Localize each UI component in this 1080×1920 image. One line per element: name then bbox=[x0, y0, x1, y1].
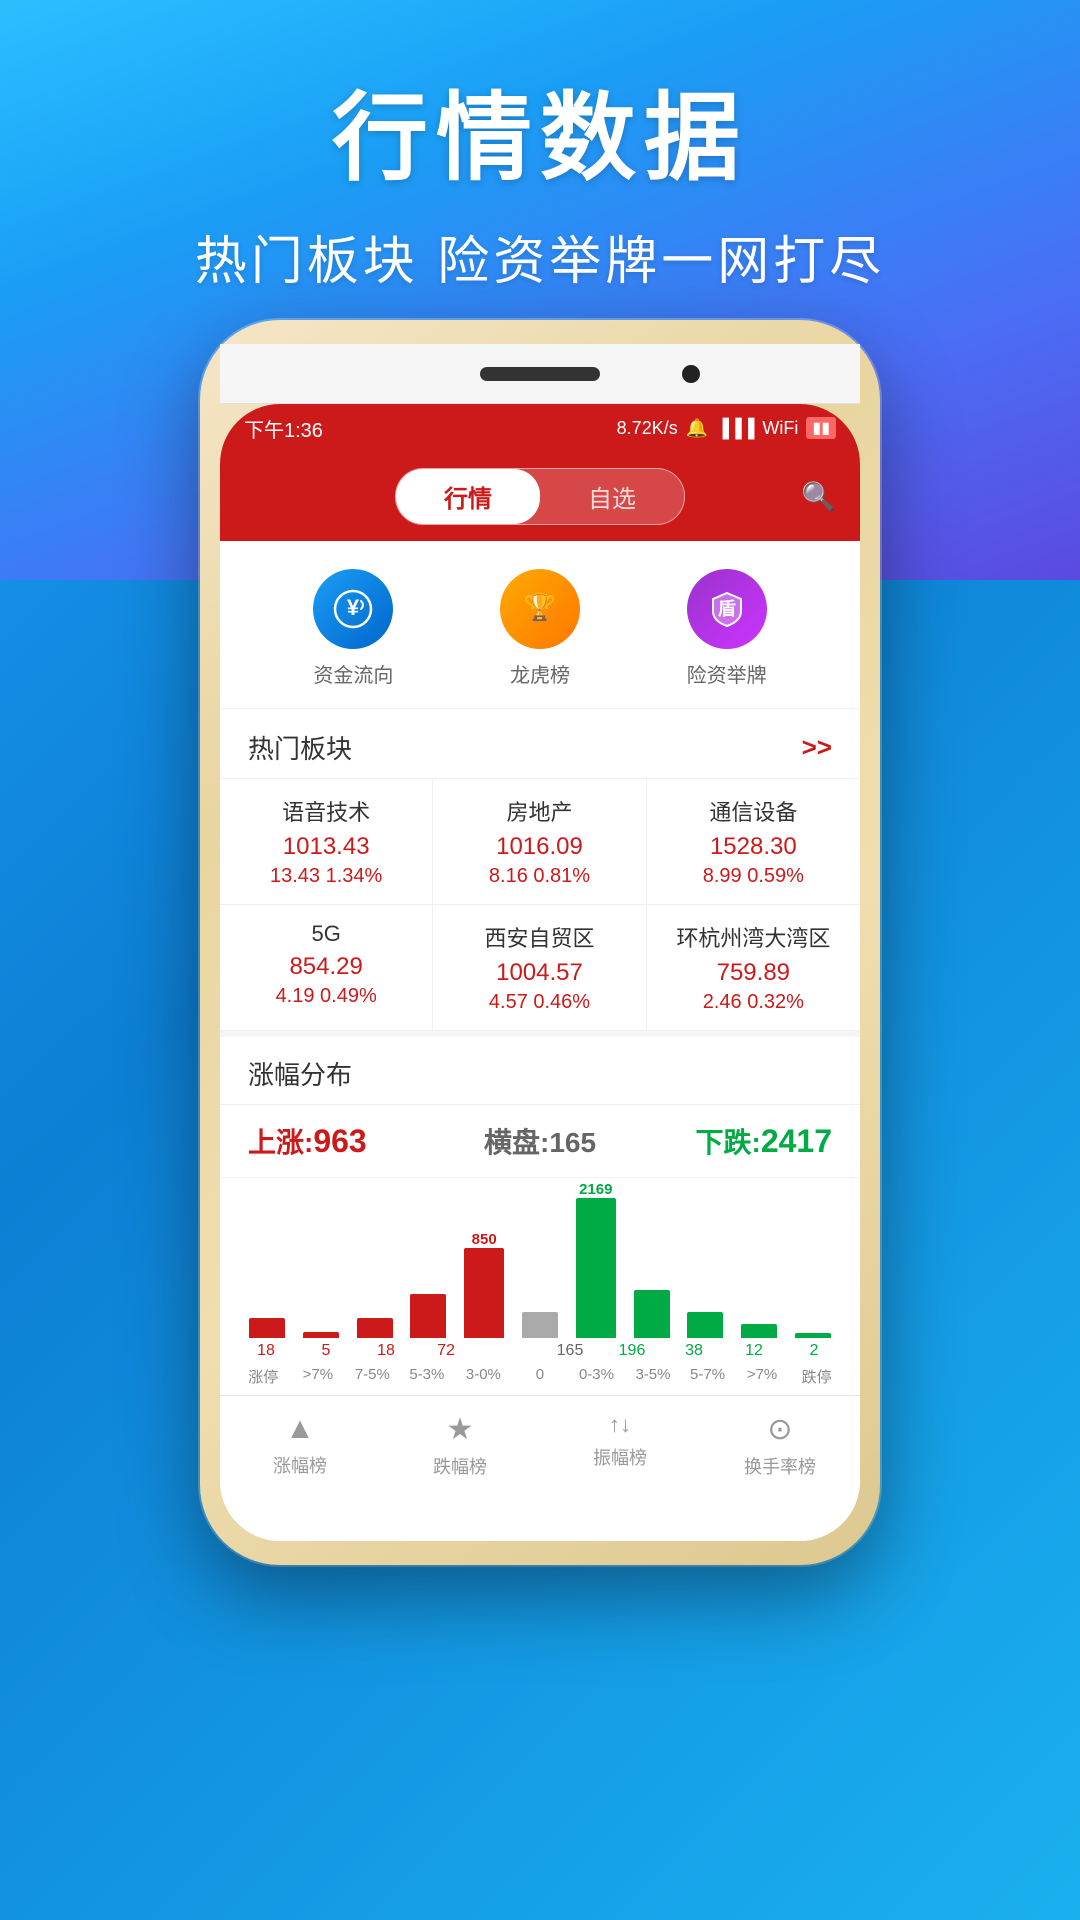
bottom-tab-turnover[interactable]: ⊙ 换手率榜 bbox=[700, 1412, 860, 1479]
sector-name-4: 5G bbox=[240, 921, 412, 947]
bar-7-5 bbox=[357, 1178, 393, 1338]
phone-outer-frame: 下午1:36 8.72K/s 🔔 ▐▐▐ WiFi ▮▮ 行情 自选 🔍 bbox=[200, 320, 880, 1565]
hero-title: 行情数据 bbox=[0, 60, 1080, 199]
app-header: 行情 自选 🔍 bbox=[220, 452, 860, 541]
bottom-tab-amplitude[interactable]: ↑↓ 振幅榜 bbox=[540, 1412, 700, 1479]
search-button[interactable]: 🔍 bbox=[801, 480, 836, 513]
chart-label-row: 涨停 >7% 7-5% 5-3% 3-0% 0 0-3% 3-5% 5-7% >… bbox=[236, 1364, 844, 1395]
sectors-grid: 语音技术 1013.43 13.43 1.34% 房地产 1016.09 8.1… bbox=[220, 778, 860, 1031]
quick-item-leaderboard[interactable]: 🏆 龙虎榜 bbox=[500, 569, 580, 688]
sector-cell-5[interactable]: 西安自贸区 1004.57 4.57 0.46% bbox=[433, 905, 646, 1031]
quick-item-money-flow[interactable]: ¥ 资金流向 bbox=[313, 569, 393, 688]
hot-sectors-more[interactable]: >> bbox=[802, 732, 832, 763]
amplitude-icon: ↑↓ bbox=[609, 1412, 631, 1438]
sector-change-3: 8.99 0.59% bbox=[667, 865, 840, 888]
bar-0-3-green: 2169 bbox=[576, 1178, 616, 1338]
bar-flat bbox=[522, 1178, 558, 1338]
bar-dieting bbox=[795, 1178, 831, 1338]
hot-sectors-title: 热门板块 bbox=[248, 729, 352, 766]
chart-count-row: 18 5 18 72 165 196 38 12 2 bbox=[236, 1338, 844, 1364]
distribution-chart: 850 2169 bbox=[220, 1178, 860, 1395]
sector-cell-4[interactable]: 5G 854.29 4.19 0.49% bbox=[220, 905, 433, 1031]
leaderboard-icon: 🏆 bbox=[500, 569, 580, 649]
hero-subtitle: 热门板块 险资举牌一网打尽 bbox=[0, 219, 1080, 294]
hero-section: 行情数据 热门板块 险资举牌一网打尽 bbox=[0, 60, 1080, 294]
sector-price-3: 1528.30 bbox=[667, 833, 840, 861]
stat-up: 上涨:963 bbox=[248, 1121, 443, 1161]
insurance-label: 险资举牌 bbox=[687, 659, 767, 688]
sector-price-2: 1016.09 bbox=[453, 833, 625, 861]
money-flow-label: 资金流向 bbox=[313, 659, 393, 688]
sector-cell-6[interactable]: 环杭州湾大湾区 759.89 2.46 0.32% bbox=[647, 905, 860, 1031]
insurance-icon: 盾 bbox=[687, 569, 767, 649]
app-content: ¥ 资金流向 🏆 龙虎榜 bbox=[220, 541, 860, 1541]
tab-switcher: 行情 自选 bbox=[395, 468, 685, 525]
bar-3-0: 850 bbox=[464, 1178, 504, 1338]
distribution-stats: 上涨:963 横盘:165 下跌:2417 bbox=[220, 1105, 860, 1178]
sector-price-1: 1013.43 bbox=[240, 833, 412, 861]
sector-name-3: 通信设备 bbox=[667, 795, 840, 827]
svg-text:¥: ¥ bbox=[347, 595, 360, 620]
quick-icons-row: ¥ 资金流向 🏆 龙虎榜 bbox=[220, 541, 860, 709]
sector-change-1: 13.43 1.34% bbox=[240, 865, 412, 888]
sector-cell-1[interactable]: 语音技术 1013.43 13.43 1.34% bbox=[220, 779, 433, 905]
bar-gt7 bbox=[303, 1178, 339, 1338]
phone-notch bbox=[220, 344, 860, 404]
rise-label: 涨幅榜 bbox=[273, 1452, 327, 1478]
chart-bars-container: 850 2169 bbox=[236, 1178, 844, 1338]
sector-name-2: 房地产 bbox=[453, 795, 625, 827]
sector-change-6: 2.46 0.32% bbox=[667, 991, 840, 1014]
status-bar: 下午1:36 8.72K/s 🔔 ▐▐▐ WiFi ▮▮ bbox=[220, 404, 860, 452]
phone-mockup: 下午1:36 8.72K/s 🔔 ▐▐▐ WiFi ▮▮ 行情 自选 🔍 bbox=[200, 320, 880, 1565]
status-time: 下午1:36 bbox=[244, 414, 323, 443]
fall-label: 跌幅榜 bbox=[433, 1453, 487, 1479]
phone-speaker bbox=[480, 367, 600, 381]
sector-cell-2[interactable]: 房地产 1016.09 8.16 0.81% bbox=[433, 779, 646, 905]
sector-name-1: 语音技术 bbox=[240, 795, 412, 827]
bottom-tabs: ▲ 涨幅榜 ★ 跌幅榜 ↑↓ 振幅榜 ⊙ 换手率榜 bbox=[220, 1395, 860, 1487]
distribution-title: 涨幅分布 bbox=[220, 1037, 860, 1105]
quick-item-insurance[interactable]: 盾 险资举牌 bbox=[687, 569, 767, 688]
sector-cell-3[interactable]: 通信设备 1528.30 8.99 0.59% bbox=[647, 779, 860, 905]
bottom-tab-rise[interactable]: ▲ 涨幅榜 bbox=[220, 1412, 380, 1479]
sector-change-2: 8.16 0.81% bbox=[453, 865, 625, 888]
svg-text:🏆: 🏆 bbox=[524, 592, 556, 622]
bar-3-5-green bbox=[634, 1178, 670, 1338]
phone-screen: 下午1:36 8.72K/s 🔔 ▐▐▐ WiFi ▮▮ 行情 自选 🔍 bbox=[220, 404, 860, 1541]
sector-price-5: 1004.57 bbox=[453, 959, 625, 987]
distribution-section: 涨幅分布 上涨:963 横盘:165 下跌:2417 bbox=[220, 1031, 860, 1395]
fall-icon: ★ bbox=[447, 1412, 474, 1447]
hot-sectors-header: 热门板块 >> bbox=[220, 709, 860, 778]
stat-flat: 横盘:165 bbox=[443, 1121, 638, 1161]
sector-change-5: 4.57 0.46% bbox=[453, 991, 625, 1014]
status-icons: 8.72K/s 🔔 ▐▐▐ WiFi ▮▮ bbox=[617, 417, 836, 439]
stat-down: 下跌:2417 bbox=[637, 1121, 832, 1161]
tab-watchlist[interactable]: 自选 bbox=[540, 469, 684, 524]
sector-price-4: 854.29 bbox=[240, 953, 412, 981]
turnover-icon: ⊙ bbox=[767, 1412, 792, 1447]
tab-market[interactable]: 行情 bbox=[396, 469, 540, 524]
sector-change-4: 4.19 0.49% bbox=[240, 985, 412, 1008]
leaderboard-label: 龙虎榜 bbox=[510, 659, 570, 688]
rise-icon: ▲ bbox=[285, 1412, 315, 1446]
turnover-label: 换手率榜 bbox=[744, 1453, 816, 1479]
bottom-tab-fall[interactable]: ★ 跌幅榜 bbox=[380, 1412, 540, 1479]
bar-zhangting bbox=[249, 1178, 285, 1338]
svg-text:盾: 盾 bbox=[718, 599, 736, 619]
sector-price-6: 759.89 bbox=[667, 959, 840, 987]
sector-name-6: 环杭州湾大湾区 bbox=[667, 921, 840, 953]
bar-gt7-green bbox=[741, 1178, 777, 1338]
sector-name-5: 西安自贸区 bbox=[453, 921, 625, 953]
bar-5-3 bbox=[410, 1178, 446, 1338]
bar-5-7-green bbox=[687, 1178, 723, 1338]
amplitude-label: 振幅榜 bbox=[593, 1444, 647, 1470]
phone-camera bbox=[682, 365, 700, 383]
money-flow-icon: ¥ bbox=[313, 569, 393, 649]
